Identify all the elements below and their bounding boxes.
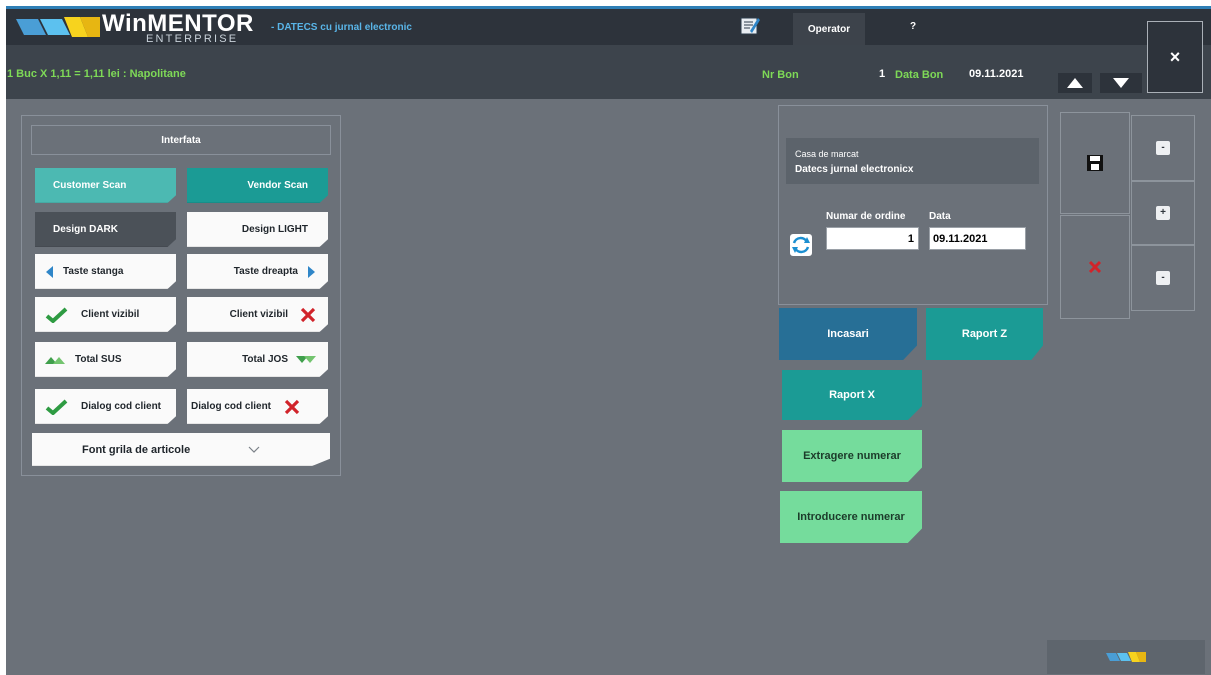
keys-left-button[interactable]: Taste stanga — [35, 254, 176, 289]
chevron-down-icon — [248, 446, 260, 453]
logo-icon — [1106, 652, 1146, 662]
cash-withdrawal-button[interactable]: Extragere numerar — [782, 430, 922, 482]
status-bar: 1 Buc X 1,11 = 1,11 lei : Napolitane Nr … — [6, 45, 1211, 99]
brand-subtitle: ENTERPRISE — [146, 33, 239, 45]
arrow-down-icon — [1113, 78, 1129, 88]
data-bon-value: 09.11.2021 — [969, 68, 1024, 80]
interface-panel-title: Interfata — [31, 125, 331, 155]
customer-scan-label: Customer Scan — [53, 180, 127, 191]
design-dark-label: Design DARK — [53, 224, 119, 235]
design-light-label: Design LIGHT — [241, 224, 308, 235]
close-button[interactable]: × — [1147, 21, 1203, 93]
cross-icon — [300, 307, 316, 322]
customer-scan-button[interactable]: Customer Scan — [35, 168, 176, 203]
logo-icon — [16, 17, 100, 37]
operator-button[interactable]: Operator — [793, 13, 865, 45]
minus-icon: - — [1156, 141, 1170, 155]
arrow-up-button[interactable] — [1058, 73, 1092, 93]
date-input[interactable]: 09.11.2021 — [929, 227, 1026, 250]
save-button[interactable] — [1060, 112, 1130, 214]
save-icon — [1087, 155, 1103, 171]
add-button[interactable]: + — [1131, 181, 1195, 245]
title-bar: WinMENTOR ENTERPRISE - DATECS cu jurnal … — [6, 9, 1211, 45]
order-number-label: Numar de ordine — [826, 211, 906, 222]
nr-bon-value: 1 — [879, 68, 886, 80]
keys-left-label: Taste stanga — [63, 266, 124, 277]
cash-register-value: Datecs jurnal electronicx — [795, 164, 914, 175]
triangle-left-icon — [46, 265, 53, 278]
incasari-button[interactable]: Incasari — [779, 308, 917, 360]
plus-icon: + — [1156, 206, 1170, 220]
font-grid-dropdown[interactable]: Font grila de articole — [32, 433, 330, 466]
total-up-button[interactable]: Total SUS — [35, 342, 176, 377]
raport-x-button[interactable]: Raport X — [782, 370, 922, 420]
client-visible-off-button[interactable]: Client vizibil — [187, 297, 328, 332]
cash-deposit-button[interactable]: Introducere numerar — [780, 491, 922, 543]
arrow-up-icon — [1067, 78, 1083, 88]
note-icon[interactable] — [739, 15, 761, 37]
database-name: - DATECS cu jurnal electronic — [271, 22, 412, 33]
total-up-icon — [45, 356, 65, 364]
help-button[interactable]: ? — [910, 21, 916, 32]
design-light-button[interactable]: Design LIGHT — [187, 212, 328, 247]
vendor-scan-label: Vendor Scan — [247, 180, 308, 191]
keys-right-button[interactable]: Taste dreapta — [187, 254, 328, 289]
arrow-down-button[interactable] — [1100, 73, 1142, 93]
app-window: WinMENTOR ENTERPRISE - DATECS cu jurnal … — [6, 6, 1211, 675]
footer-logo — [1047, 640, 1205, 674]
total-down-icon — [296, 355, 316, 363]
total-down-label: Total JOS — [242, 354, 288, 365]
dialog-client-code-off-label: Dialog cod client — [191, 401, 272, 412]
client-visible-on-label: Client vizibil — [81, 309, 140, 320]
cross-icon — [284, 399, 300, 414]
cash-register-box — [786, 138, 1039, 184]
minus-icon: - — [1156, 271, 1170, 285]
data-bon-label: Data Bon — [895, 69, 944, 81]
register-panel — [778, 105, 1048, 305]
raport-z-button[interactable]: Raport Z — [926, 308, 1043, 360]
client-visible-off-label: Client vizibil — [229, 309, 288, 320]
client-visible-on-button[interactable]: Client vizibil — [35, 297, 176, 332]
refresh-icon[interactable] — [789, 233, 813, 257]
date-label: Data — [929, 211, 951, 222]
close-icon: × — [1169, 46, 1181, 67]
font-grid-label: Font grila de articole — [82, 443, 191, 456]
total-up-label: Total SUS — [75, 354, 122, 365]
check-icon — [45, 307, 68, 323]
delete-button[interactable] — [1060, 215, 1130, 319]
dialog-client-code-on-label: Dialog cod client — [81, 401, 162, 412]
order-number-input[interactable]: 1 — [826, 227, 919, 250]
design-dark-button[interactable]: Design DARK — [35, 212, 176, 247]
triangle-right-icon — [308, 265, 315, 278]
cash-register-label: Casa de marcat — [795, 149, 859, 159]
keys-right-label: Taste dreapta — [233, 266, 298, 277]
delete-icon — [1088, 260, 1102, 274]
vendor-scan-button[interactable]: Vendor Scan — [187, 168, 328, 203]
last-item-status: 1 Buc X 1,11 = 1,11 lei : Napolitane — [7, 68, 186, 80]
total-down-button[interactable]: Total JOS — [187, 342, 328, 377]
dialog-client-code-on-button[interactable]: Dialog cod client — [35, 389, 176, 424]
expand-button[interactable]: - — [1131, 245, 1195, 311]
collapse-button[interactable]: - — [1131, 115, 1195, 181]
nr-bon-label: Nr Bon — [762, 69, 799, 81]
dialog-client-code-off-button[interactable]: Dialog cod client — [187, 389, 328, 424]
check-icon — [45, 399, 68, 415]
